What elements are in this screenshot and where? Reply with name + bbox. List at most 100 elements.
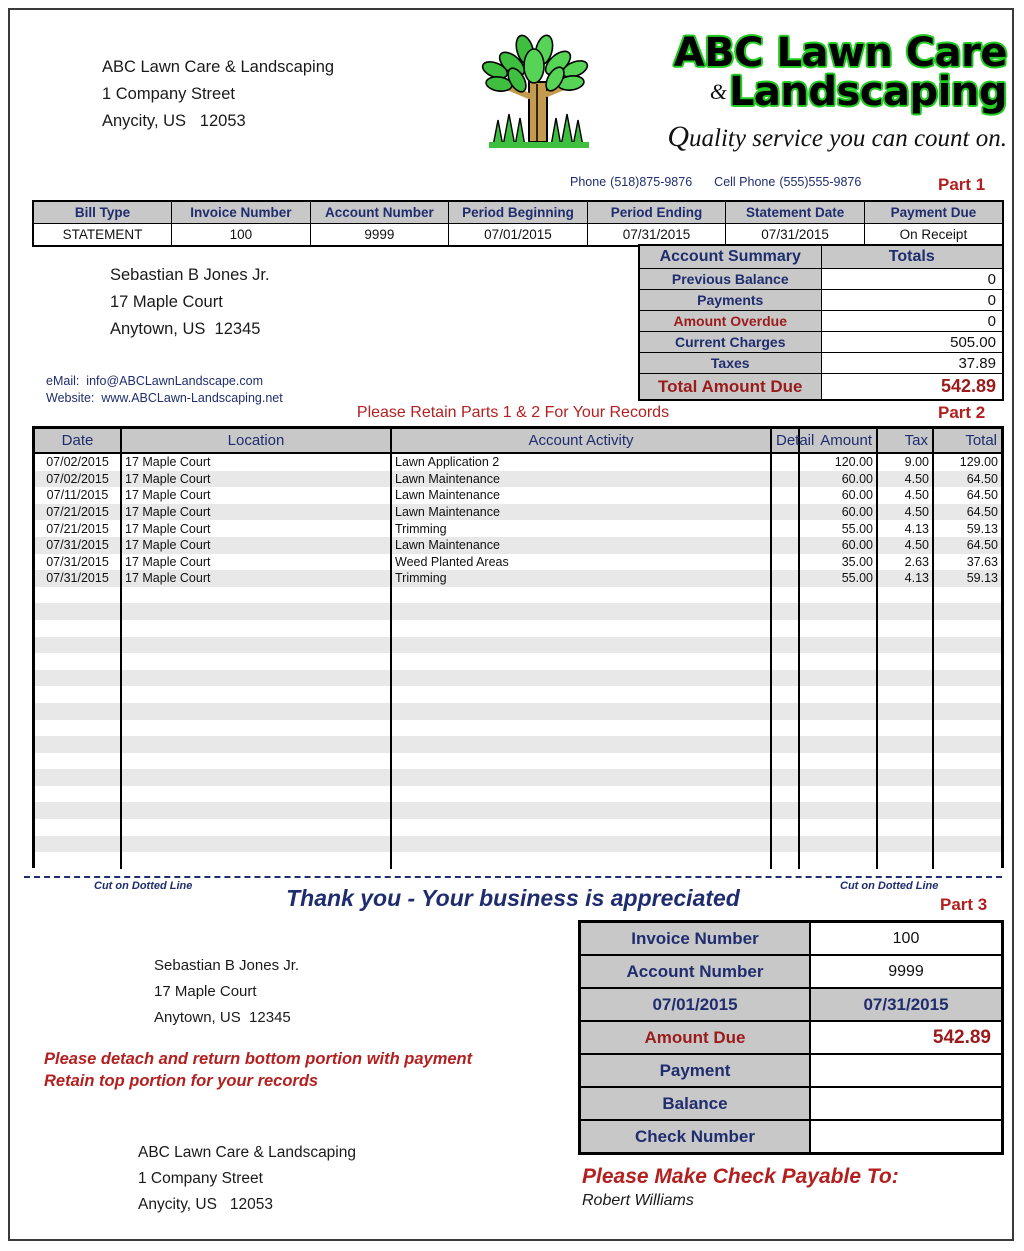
activity-cell-total <box>933 669 1001 687</box>
summary-row-total: Total Amount Due 542.89 <box>638 373 1004 401</box>
email-value[interactable]: info@ABCLawnLandscape.com <box>86 374 263 388</box>
activity-header-date: Date <box>35 429 122 454</box>
activity-cell-tax: 4.13 <box>877 570 934 587</box>
part-1-label: Part 1 <box>938 175 986 194</box>
website-label: Website: <box>46 391 95 405</box>
stub-row: Balance <box>578 1086 1004 1121</box>
summary-label-taxes: Taxes <box>638 352 822 374</box>
stub-row: Account Number 9999 <box>578 954 1004 989</box>
activity-cell-amount <box>799 769 878 786</box>
stub-label: Check Number <box>578 1119 811 1155</box>
summary-label-payments: Payments <box>638 289 822 311</box>
activity-cell-amount: 35.00 <box>799 553 878 571</box>
stub-value[interactable] <box>809 1119 1004 1155</box>
payable-to-name: Robert Williams <box>582 1192 694 1209</box>
info-value-period-beginning: 07/01/2015 <box>448 223 588 247</box>
website-value[interactable]: www.ABCLawn-Landscaping.net <box>101 391 282 405</box>
info-header-payment-due: Payment Due <box>863 200 1004 224</box>
activity-cell-activity: Lawn Maintenance <box>391 536 772 554</box>
header-phone-line: Phone (518)875-9876 Cell Phone (555)555-987… <box>570 175 920 189</box>
activity-cell-amount <box>799 852 878 869</box>
activity-cell-activity <box>391 686 772 703</box>
tree-logo-icon <box>481 34 589 148</box>
activity-cell-date <box>35 819 122 836</box>
activity-cell-activity <box>391 802 772 820</box>
info-value-statement-date: 07/31/2015 <box>725 223 865 247</box>
activity-cell-detail <box>771 752 800 770</box>
stub-company-citystatezip: Anycity, US 12053 <box>138 1196 273 1213</box>
activity-cell-date <box>35 719 122 737</box>
activity-cell-location <box>121 785 392 803</box>
activity-cell-total <box>933 586 1001 604</box>
activity-cell-total: 37.63 <box>933 553 1001 571</box>
activity-cell-location: 17 Maple Court <box>121 503 392 521</box>
activity-cell-detail <box>771 702 800 720</box>
activity-cell-detail <box>771 586 800 604</box>
logo-ampersand: & <box>709 79 727 104</box>
info-header-period-ending: Period Ending <box>586 200 727 224</box>
logo-tagline-rest: uality service you can count on. <box>689 125 1007 152</box>
activity-cell-location <box>121 619 392 637</box>
summary-title: Account Summary <box>638 244 822 269</box>
activity-cell-total <box>933 653 1001 670</box>
activity-cell-detail <box>771 669 800 687</box>
activity-cell-date <box>35 636 122 654</box>
info-header-statement-date: Statement Date <box>725 200 865 224</box>
activity-cell-tax <box>877 785 934 803</box>
activity-cell-location <box>121 835 392 853</box>
activity-cell-total <box>933 835 1001 853</box>
stub-value[interactable] <box>809 1053 1004 1088</box>
stub-row: 07/01/2015 07/31/2015 <box>578 987 1004 1022</box>
summary-label-current-charges: Current Charges <box>638 331 822 353</box>
payable-to-title: Please Make Check Payable To: <box>582 1165 899 1188</box>
summary-row-taxes: Taxes 37.89 <box>638 352 1004 374</box>
activity-cell-total <box>933 702 1001 720</box>
table-row: 07/02/2015 17 Maple Court Lawn Maintenance… <box>35 470 1001 488</box>
activity-cell-date <box>35 736 122 753</box>
activity-cell-total <box>933 686 1001 703</box>
activity-cell-activity <box>391 769 772 786</box>
activity-cell-detail <box>771 835 800 853</box>
phone-label: Phone <box>570 175 607 189</box>
activity-cell-activity <box>391 835 772 853</box>
table-row: 07/31/2015 17 Maple Court Weed Planted Are… <box>35 553 1001 571</box>
activity-cell-activity <box>391 736 772 753</box>
activity-cell-total <box>933 752 1001 770</box>
activity-cell-date: 07/02/2015 <box>35 453 122 471</box>
activity-cell-location <box>121 802 392 820</box>
table-row-blank <box>35 653 1001 670</box>
stub-label: Payment <box>578 1053 811 1088</box>
activity-cell-total: 64.50 <box>933 470 1001 488</box>
activity-header-row: Date Location Account Activity Detail Am… <box>35 429 1001 454</box>
activity-cell-tax <box>877 636 934 654</box>
activity-cell-detail <box>771 453 800 471</box>
activity-cell-location: 17 Maple Court <box>121 553 392 571</box>
activity-cell-detail <box>771 487 800 504</box>
activity-cell-location <box>121 719 392 737</box>
activity-cell-tax <box>877 603 934 620</box>
activity-cell-total <box>933 785 1001 803</box>
activity-cell-tax: 4.50 <box>877 470 934 488</box>
logo-line-1: ABC Lawn Care <box>673 30 1008 76</box>
info-value-bill-type: STATEMENT <box>32 223 173 247</box>
activity-cell-date <box>35 669 122 687</box>
stub-value[interactable] <box>809 1086 1004 1121</box>
invoice-info-table: Bill Type Invoice Number Account Number … <box>32 200 1004 247</box>
company-street: 1 Company Street <box>102 85 235 103</box>
table-row-blank <box>35 736 1001 753</box>
company-address-block: ABC Lawn Care & Landscaping 1 Company St… <box>102 54 334 135</box>
activity-cell-date <box>35 619 122 637</box>
activity-cell-amount <box>799 835 878 853</box>
activity-cell-amount <box>799 686 878 703</box>
activity-cell-detail <box>771 785 800 803</box>
activity-cell-amount: 60.00 <box>799 470 878 488</box>
activity-cell-tax <box>877 835 934 853</box>
table-row: 07/31/2015 17 Maple Court Lawn Maintenance… <box>35 536 1001 554</box>
activity-cell-amount <box>799 619 878 637</box>
stub-label: Amount Due <box>578 1020 811 1055</box>
retain-parts-notice: Please Retain Parts 1 & 2 For Your Recor… <box>356 404 670 421</box>
cell-phone-value: (555)555-9876 <box>779 175 862 189</box>
activity-cell-activity: Trimming <box>391 520 772 537</box>
activity-cell-detail <box>771 470 800 488</box>
activity-cell-amount <box>799 669 878 687</box>
